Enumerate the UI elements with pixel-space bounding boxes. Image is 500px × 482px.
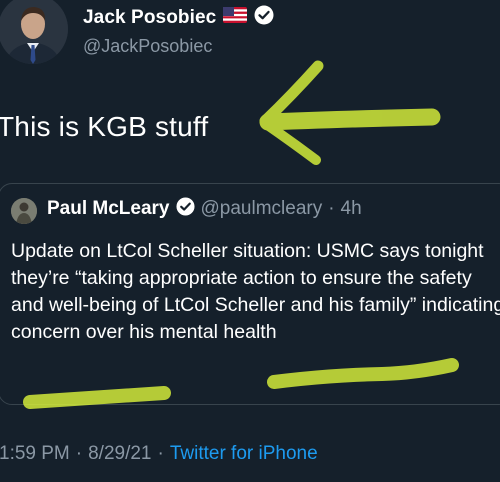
author-handle[interactable]: @JackPosobiec [83, 36, 212, 57]
author-name[interactable]: Jack Posobiec [83, 7, 216, 29]
verified-badge-icon [175, 197, 195, 221]
tweet-source-link[interactable]: Twitter for iPhone [170, 443, 318, 465]
tweet-meta: 1:59 PM · 8/29/21 · Twitter for iPhone [0, 443, 318, 465]
quoted-author-handle: @paulmcleary [200, 198, 323, 219]
separator-dot: · [157, 443, 164, 464]
separator-dot: · [328, 198, 335, 219]
quoted-author-row: Paul McLeary @paulmcleary · 4h [47, 197, 362, 221]
arrow-head-lower [261, 119, 321, 165]
quoted-author-name: Paul McLeary [47, 198, 170, 219]
author-name-row: Jack Posobiec [83, 5, 274, 30]
quoted-author-avatar [11, 198, 37, 224]
verified-badge-icon [254, 5, 274, 30]
quoted-timestamp: 4h [340, 198, 362, 219]
tweet-text: This is KGB stuff [0, 111, 209, 142]
arrow-head-upper [259, 60, 324, 127]
quoted-tweet-card[interactable]: Paul McLeary @paulmcleary · 4h Update on… [0, 183, 500, 405]
tweet-date[interactable]: 8/29/21 [88, 443, 151, 465]
arrow-shaft [259, 108, 441, 131]
author-avatar[interactable] [0, 0, 68, 64]
tweet-time[interactable]: 1:59 PM [0, 443, 70, 465]
separator-dot: · [75, 443, 83, 464]
quoted-tweet-text: Update on LtCol Scheller situation: USMC… [11, 240, 500, 343]
us-flag-icon [223, 7, 248, 28]
